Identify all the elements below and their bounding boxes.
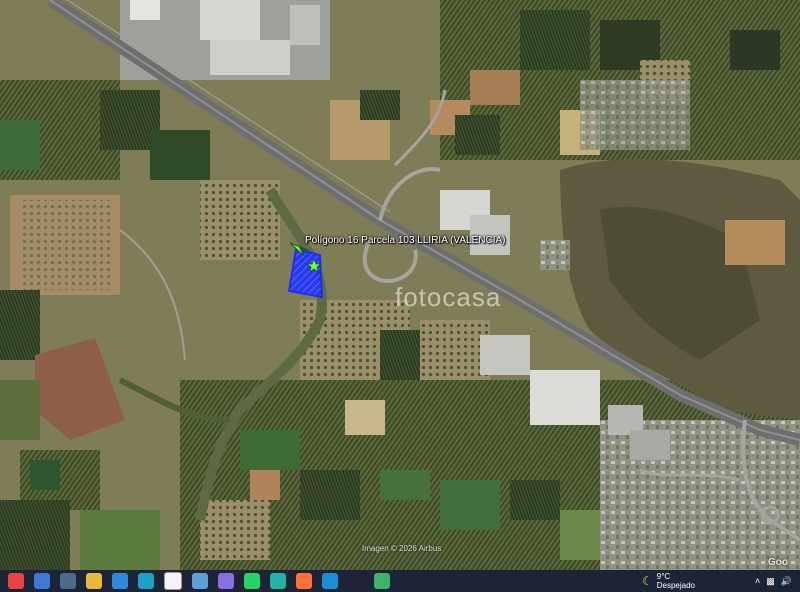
map-brand-logo: Goo [768,557,788,568]
parcel-polygon[interactable] [287,247,324,299]
network-icon[interactable]: ▩ [766,576,775,587]
save-icon[interactable] [218,573,234,589]
file-explorer-icon[interactable] [86,573,102,589]
taskbar: ☾ 9°C Despejado ˄ ▩ 🔊 [0,570,800,592]
weather-temperature: 9°C [656,572,671,581]
volume-icon[interactable]: 🔊 [781,576,792,587]
whatsapp-icon[interactable] [244,573,260,589]
globe-icon[interactable] [192,573,208,589]
parcel-label: Polígono 16 Parcela 103 LLIRIA (VALENCIA… [305,235,506,246]
s-app-icon[interactable] [322,573,338,589]
taskbar-apps [0,572,395,590]
firefox-icon[interactable] [296,573,312,589]
moon-icon: ☾ [641,574,653,588]
photo-viewer-icon[interactable] [34,573,50,589]
weather-widget[interactable]: ☾ 9°C Despejado [642,572,695,590]
media-player-icon[interactable] [60,573,76,589]
system-tray: ☾ 9°C Despejado ˄ ▩ 🔊 [642,570,800,592]
map-attribution: Imagen © 2026 Airbus [362,544,442,553]
map-view[interactable]: Polígono 16 Parcela 103 LLIRIA (VALENCIA… [0,0,800,570]
chrome-icon[interactable] [8,573,24,589]
photos-icon[interactable] [112,573,128,589]
c-app-icon[interactable] [270,573,286,589]
chevron-up-icon[interactable]: ˄ [755,576,760,586]
a-app-icon[interactable] [348,573,364,589]
watermark: fotocasa [395,282,502,312]
presentation-icon[interactable] [374,573,390,589]
weather-condition: Despejado [656,581,695,590]
document-icon[interactable] [164,572,182,590]
edge-icon[interactable] [138,573,154,589]
